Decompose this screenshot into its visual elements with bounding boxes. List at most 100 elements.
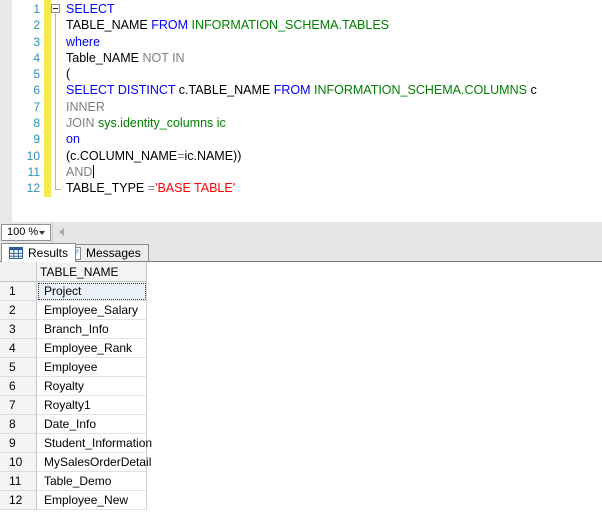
outline-guide-foot (55, 189, 61, 190)
table-row: 8 Date_Info (0, 415, 602, 434)
table-row: 3 Branch_Info (0, 320, 602, 339)
horizontal-scrollbar[interactable] (52, 222, 602, 243)
line-number-column[interactable]: 1 2 3 4 5 6 7 8 9 10 11 12 (12, 1, 40, 197)
code-line[interactable]: AND (66, 164, 537, 180)
results-grid-icon (9, 247, 23, 259)
code-token: ( (66, 67, 71, 82)
zoom-value: 100 % (7, 226, 39, 238)
grid-header-row: TABLE_NAME (0, 262, 602, 282)
selected-cell-table-name[interactable]: Project (37, 282, 147, 301)
line-number: 6 (33, 83, 40, 98)
code-line[interactable]: SELECT DISTINCT c.TABLE_NAME FROM INFORM… (66, 82, 537, 98)
code-token: TABLE_NAME (66, 18, 152, 33)
code-token: SELECT (66, 2, 115, 16)
table-row: 4 Employee_Rank (0, 339, 602, 358)
column-header-table-name[interactable]: TABLE_NAME (37, 262, 147, 282)
line-number: 11 (27, 164, 40, 179)
cell-table-name[interactable]: Branch_Info (37, 320, 147, 339)
cell-table-name[interactable]: Employee_Rank (37, 339, 147, 358)
code-token: Table_NAME (66, 50, 143, 65)
code-token: ic.NAME)) (184, 148, 242, 163)
code-token: INFORMATION_SCHEMA.TABLES (191, 18, 389, 33)
row-number-cell[interactable]: 9 (0, 434, 37, 453)
row-number-cell[interactable]: 3 (0, 320, 37, 339)
scroll-left-arrow-icon[interactable] (59, 228, 64, 236)
line-number: 1 (33, 2, 40, 16)
grid-body: 1 Project 2 Employee_Salary 3 Branch_Info 4 Emp… (0, 282, 602, 510)
row-number-cell[interactable]: 1 (0, 282, 37, 301)
code-line[interactable]: on (66, 131, 537, 147)
tab-results[interactable]: Results (1, 243, 77, 262)
row-number-cell[interactable]: 11 (0, 472, 37, 491)
row-number-cell[interactable]: 5 (0, 358, 37, 377)
outline-guide-line (55, 13, 56, 189)
cell-table-name[interactable]: Date_Info (37, 415, 147, 434)
code-line[interactable]: where (66, 34, 537, 50)
row-number-cell[interactable]: 4 (0, 339, 37, 358)
table-row: 10 MySalesOrderDetail (0, 453, 602, 472)
code-token: sys.identity_columns ic (97, 116, 226, 131)
cell-table-name[interactable]: Table_Demo (37, 472, 147, 491)
tab-messages-label: Messages (86, 246, 141, 260)
table-row: 11 Table_Demo (0, 472, 602, 491)
code-token: JOIN (66, 116, 98, 131)
code-line[interactable]: INNER (66, 99, 537, 115)
sql-editor[interactable]: 1 2 3 4 5 6 7 8 9 10 11 12 SELECT TABLE_NAME FROM IN… (0, 0, 602, 222)
grid-corner-cell[interactable] (0, 262, 37, 282)
dropdown-arrow-icon (39, 231, 45, 235)
editor-zoom-select[interactable]: 100 % (1, 224, 51, 241)
code-token: FROM (151, 18, 189, 33)
code-line[interactable]: JOIN sys.identity_columns ic (66, 115, 537, 131)
line-number: 3 (33, 34, 40, 49)
text-cursor (93, 164, 95, 178)
code-token: INFORMATION_SCHEMA.COLUMNS (313, 83, 531, 98)
line-number: 5 (33, 67, 40, 82)
cell-table-name[interactable]: Employee_New (37, 491, 147, 510)
line-number: 8 (33, 116, 40, 131)
code-token: INNER (66, 99, 105, 114)
code-token: SELECT DISTINCT (66, 83, 179, 98)
cell-table-name[interactable]: MySalesOrderDetail (37, 453, 151, 472)
cell-table-name[interactable]: Royalty1 (37, 396, 147, 415)
row-number-cell[interactable]: 2 (0, 301, 37, 320)
code-token: on (66, 132, 80, 147)
line-number: 10 (26, 148, 40, 163)
results-grid[interactable]: TABLE_NAME 1 Project 2 Employee_Salary 3 Bran… (0, 262, 602, 513)
code-token: 'BASE TABLE' (155, 181, 236, 196)
table-row: 2 Employee_Salary (0, 301, 602, 320)
editor-indicator-margin (0, 0, 12, 222)
code-line[interactable]: SELECT (66, 1, 537, 17)
code-token: = (147, 181, 156, 196)
table-row: 5 Employee (0, 358, 602, 377)
code-token: c.TABLE_NAME (178, 83, 274, 98)
code-token: TABLE_TYPE (66, 181, 148, 196)
row-number-cell[interactable]: 7 (0, 396, 37, 415)
line-number: 4 (33, 50, 40, 65)
code-line[interactable]: TABLE_TYPE ='BASE TABLE' (66, 180, 537, 196)
code-line[interactable]: Table_NAME NOT IN (66, 50, 537, 66)
cell-table-name[interactable]: Employee (37, 358, 147, 377)
code-token: c (530, 83, 537, 98)
code-token: AND (66, 164, 93, 179)
code-area[interactable]: SELECT TABLE_NAME FROM INFORMATION_SCHEMA… (66, 1, 537, 197)
row-number-cell[interactable]: 12 (0, 491, 37, 510)
row-number-cell[interactable]: 8 (0, 415, 37, 434)
line-number: 2 (33, 18, 40, 33)
cell-table-name[interactable]: Student_Information (37, 434, 152, 453)
row-number-cell[interactable]: 6 (0, 377, 37, 396)
tab-results-label: Results (28, 246, 69, 260)
table-row: 12 Employee_New (0, 491, 602, 510)
code-line[interactable]: (c.COLUMN_NAME=ic.NAME)) (66, 148, 537, 164)
cell-table-name[interactable]: Employee_Salary (37, 301, 147, 320)
track-changes-bar (44, 0, 51, 197)
collapse-toggle-icon[interactable] (51, 4, 60, 13)
code-line[interactable]: ( (66, 66, 537, 82)
row-number-cell[interactable]: 10 (0, 453, 37, 472)
code-token: (c.COLUMN_NAME (66, 148, 178, 163)
results-tabstrip: Results Messages (0, 243, 602, 262)
table-row: 1 Project (0, 282, 602, 301)
code-line[interactable]: TABLE_NAME FROM INFORMATION_SCHEMA.TABLE… (66, 17, 537, 33)
table-row: 7 Royalty1 (0, 396, 602, 415)
cell-table-name[interactable]: Royalty (37, 377, 147, 396)
editor-bottom-bar: 100 % (0, 222, 602, 243)
